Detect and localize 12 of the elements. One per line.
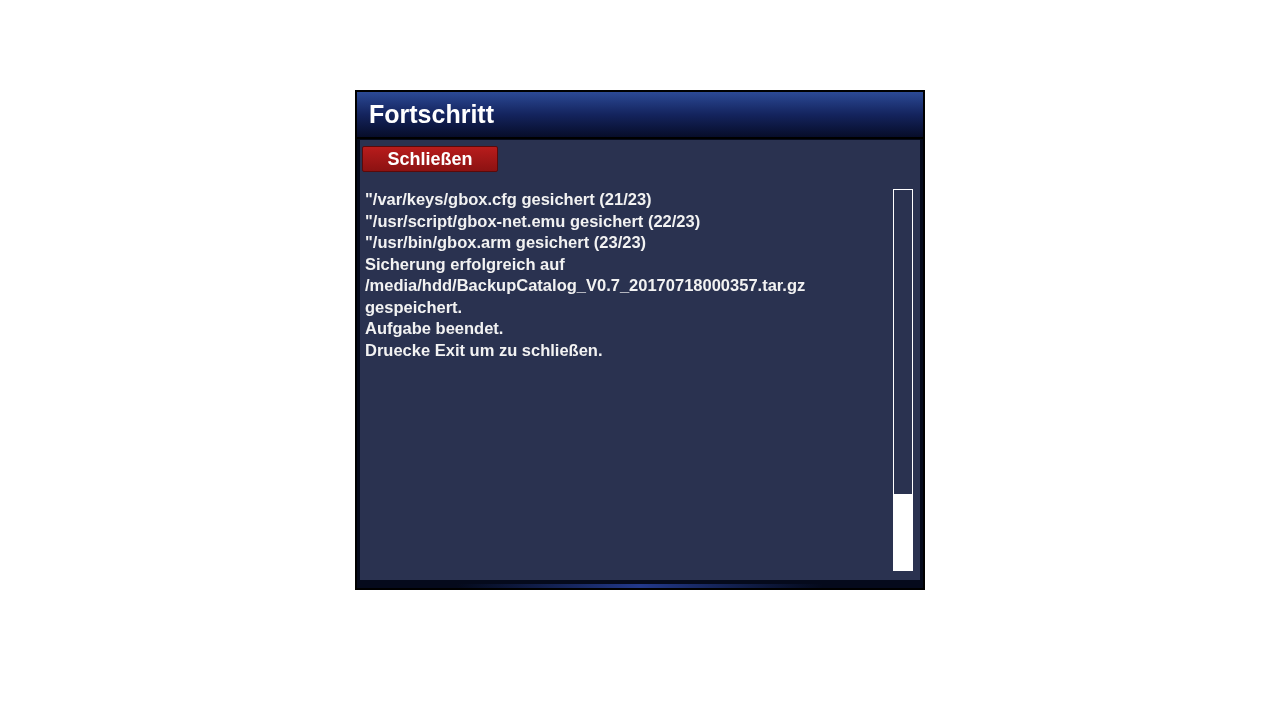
close-button[interactable]: Schließen bbox=[362, 146, 498, 172]
scrollbar[interactable] bbox=[893, 189, 913, 571]
log-line: Druecke Exit um zu schließen. bbox=[365, 339, 604, 361]
log-line: gespeichert. bbox=[365, 296, 464, 318]
scrollbar-thumb[interactable] bbox=[894, 494, 912, 570]
log-line: "/usr/script/gbox-net.emu gesichert (22/23) bbox=[365, 210, 702, 232]
window-title: Fortschritt bbox=[369, 102, 494, 127]
log-line: "/usr/bin/gbox.arm gesichert (23/23) bbox=[365, 232, 648, 253]
log-line: "/var/keys/gbox.cfg gesichert (21/23) bbox=[365, 189, 653, 210]
log-line: Aufgabe beendet. bbox=[365, 318, 505, 339]
log-line: Sicherung erfolgreich auf bbox=[365, 253, 566, 275]
log-line: /media/hdd/BackupCatalog_V0.7_20170718000357.tar.gz bbox=[365, 275, 807, 296]
